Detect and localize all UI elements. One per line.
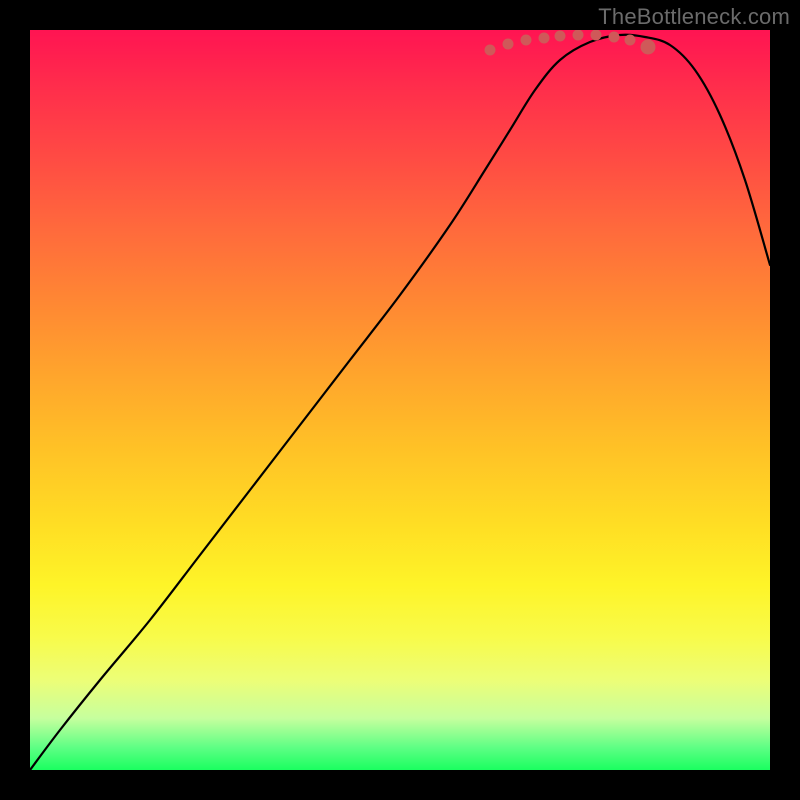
curve-svg [30,30,770,770]
chart-frame: TheBottleneck.com [0,0,800,800]
plot-area [30,30,770,770]
bottleneck-curve [30,35,770,770]
watermark-text: TheBottleneck.com [598,4,790,30]
